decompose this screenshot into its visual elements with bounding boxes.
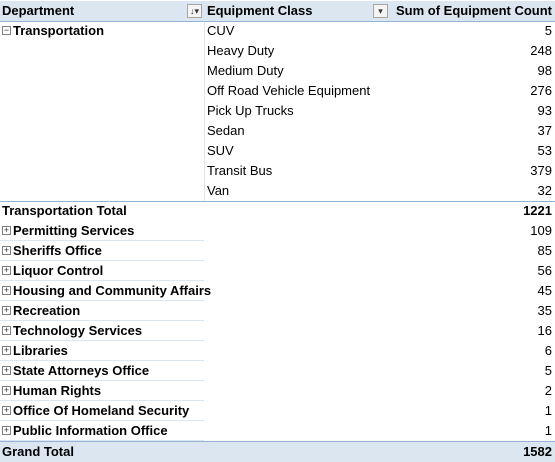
department-cell[interactable]: + Libraries [2, 341, 212, 361]
table-row: Off Road Vehicle Equipment 276 [0, 81, 555, 101]
grand-total-label: Grand Total [2, 444, 74, 459]
equipment-class-cell[interactable]: Heavy Duty [207, 41, 387, 61]
transportation-total-label: Transportation Total [2, 203, 127, 218]
expand-icon[interactable]: + [2, 226, 11, 236]
department-cell[interactable]: + Human Rights [2, 381, 212, 401]
collapse-icon[interactable]: − [2, 26, 11, 36]
table-row: Medium Duty 98 [0, 61, 555, 81]
department-label: Human Rights [13, 383, 102, 398]
pivot-header-row: Department ↓▾ Equipment Class ▾ Sum of E… [0, 1, 555, 22]
equipment-count-cell[interactable]: 2 [390, 381, 552, 401]
department-label: Housing and Community Affairs [13, 283, 212, 298]
expand-icon[interactable]: + [2, 266, 11, 276]
grand-total-row: Grand Total 1582 [0, 441, 555, 462]
equipment-count-cell[interactable]: 276 [390, 81, 552, 101]
equipment-count-cell[interactable]: 35 [390, 301, 552, 321]
equipment-class-cell[interactable]: CUV [207, 21, 387, 41]
department-cell[interactable]: + Office Of Homeland Security [2, 401, 212, 421]
table-row: Transit Bus 379 [0, 161, 555, 181]
equipment-count-cell[interactable]: 37 [390, 121, 552, 141]
table-row: + Human Rights 2 [0, 381, 555, 401]
equipment-class-cell[interactable]: SUV [207, 141, 387, 161]
equipment-count-cell[interactable]: 379 [390, 161, 552, 181]
table-row: SUV 53 [0, 141, 555, 161]
table-row: Pick Up Trucks 93 [0, 101, 555, 121]
equipment-class-cell[interactable]: Pick Up Trucks [207, 101, 387, 121]
table-row: + Public Information Office 1 [0, 421, 555, 441]
department-label: Permitting Services [13, 223, 135, 238]
department-label: Recreation [13, 303, 81, 318]
department-cell[interactable]: + State Attorneys Office [2, 361, 212, 381]
equipment-count-cell[interactable]: 93 [390, 101, 552, 121]
equipment-count-cell[interactable]: 16 [390, 321, 552, 341]
equipment-count-cell[interactable]: 53 [390, 141, 552, 161]
department-label: State Attorneys Office [13, 363, 150, 378]
table-row: + Permitting Services 109 [0, 221, 555, 241]
transportation-total-row: Transportation Total 1221 [0, 201, 555, 221]
expand-icon[interactable]: + [2, 306, 11, 316]
equipment-count-cell[interactable]: 109 [390, 221, 552, 241]
expand-icon[interactable]: + [2, 246, 11, 256]
equipment-count-cell[interactable]: 248 [390, 41, 552, 61]
table-row: + State Attorneys Office 5 [0, 361, 555, 381]
expand-icon[interactable]: + [2, 326, 11, 336]
table-row: Heavy Duty 248 [0, 41, 555, 61]
department-label: Transportation [13, 23, 105, 38]
grand-total-value: 1582 [523, 444, 552, 459]
equipment-class-header[interactable]: Equipment Class [207, 1, 387, 21]
equipment-class-cell[interactable]: Medium Duty [207, 61, 387, 81]
department-label: Technology Services [13, 323, 143, 338]
table-row: + Housing and Community Affairs 45 [0, 281, 555, 301]
equipment-count-cell[interactable]: 98 [390, 61, 552, 81]
equipment-class-cell[interactable]: Van [207, 181, 387, 201]
expand-icon[interactable]: + [2, 286, 11, 296]
department-header[interactable]: Department [2, 1, 202, 21]
sort-filter-icon[interactable]: ↓▾ [187, 4, 202, 18]
department-label: Office Of Homeland Security [13, 403, 190, 418]
equipment-count-cell[interactable]: 85 [390, 241, 552, 261]
table-row: − Transportation CUV 5 [0, 21, 555, 41]
table-row: + Sheriffs Office 85 [0, 241, 555, 261]
transportation-total-value: 1221 [523, 203, 552, 218]
department-label: Libraries [13, 343, 68, 358]
equipment-class-cell[interactable]: Transit Bus [207, 161, 387, 181]
department-label: Sheriffs Office [13, 243, 102, 258]
department-cell[interactable]: + Technology Services [2, 321, 212, 341]
expand-icon[interactable]: + [2, 426, 11, 436]
table-row: + Technology Services 16 [0, 321, 555, 341]
table-row: + Recreation 35 [0, 301, 555, 321]
department-cell[interactable]: + Public Information Office [2, 421, 212, 441]
equipment-count-cell[interactable]: 5 [390, 21, 552, 41]
expand-icon[interactable]: + [2, 346, 11, 356]
department-cell[interactable]: + Permitting Services [2, 221, 212, 241]
equipment-count-cell[interactable]: 56 [390, 261, 552, 281]
filter-dropdown-icon[interactable]: ▾ [373, 4, 388, 18]
equipment-count-cell[interactable]: 5 [390, 361, 552, 381]
expand-icon[interactable]: + [2, 386, 11, 396]
equipment-count-cell[interactable]: 1 [390, 401, 552, 421]
table-row: + Libraries 6 [0, 341, 555, 361]
department-label: Liquor Control [13, 263, 104, 278]
sum-equipment-count-header[interactable]: Sum of Equipment Count [390, 1, 552, 21]
transportation-department-cell[interactable]: − Transportation [2, 21, 202, 41]
department-label: Public Information Office [13, 423, 168, 438]
table-row: + Office Of Homeland Security 1 [0, 401, 555, 421]
department-cell[interactable]: + Housing and Community Affairs [2, 281, 212, 301]
equipment-count-cell[interactable]: 6 [390, 341, 552, 361]
equipment-class-cell[interactable]: Off Road Vehicle Equipment [207, 81, 387, 101]
equipment-count-cell[interactable]: 1 [390, 421, 552, 441]
table-row: + Liquor Control 56 [0, 261, 555, 281]
table-row: Van 32 [0, 181, 555, 201]
equipment-class-cell[interactable]: Sedan [207, 121, 387, 141]
department-cell[interactable]: + Liquor Control [2, 261, 212, 281]
department-cell[interactable]: + Sheriffs Office [2, 241, 212, 261]
expand-icon[interactable]: + [2, 406, 11, 416]
equipment-count-cell[interactable]: 45 [390, 281, 552, 301]
equipment-count-cell[interactable]: 32 [390, 181, 552, 201]
table-row: Sedan 37 [0, 121, 555, 141]
department-cell[interactable]: + Recreation [2, 301, 212, 321]
expand-icon[interactable]: + [2, 366, 11, 376]
